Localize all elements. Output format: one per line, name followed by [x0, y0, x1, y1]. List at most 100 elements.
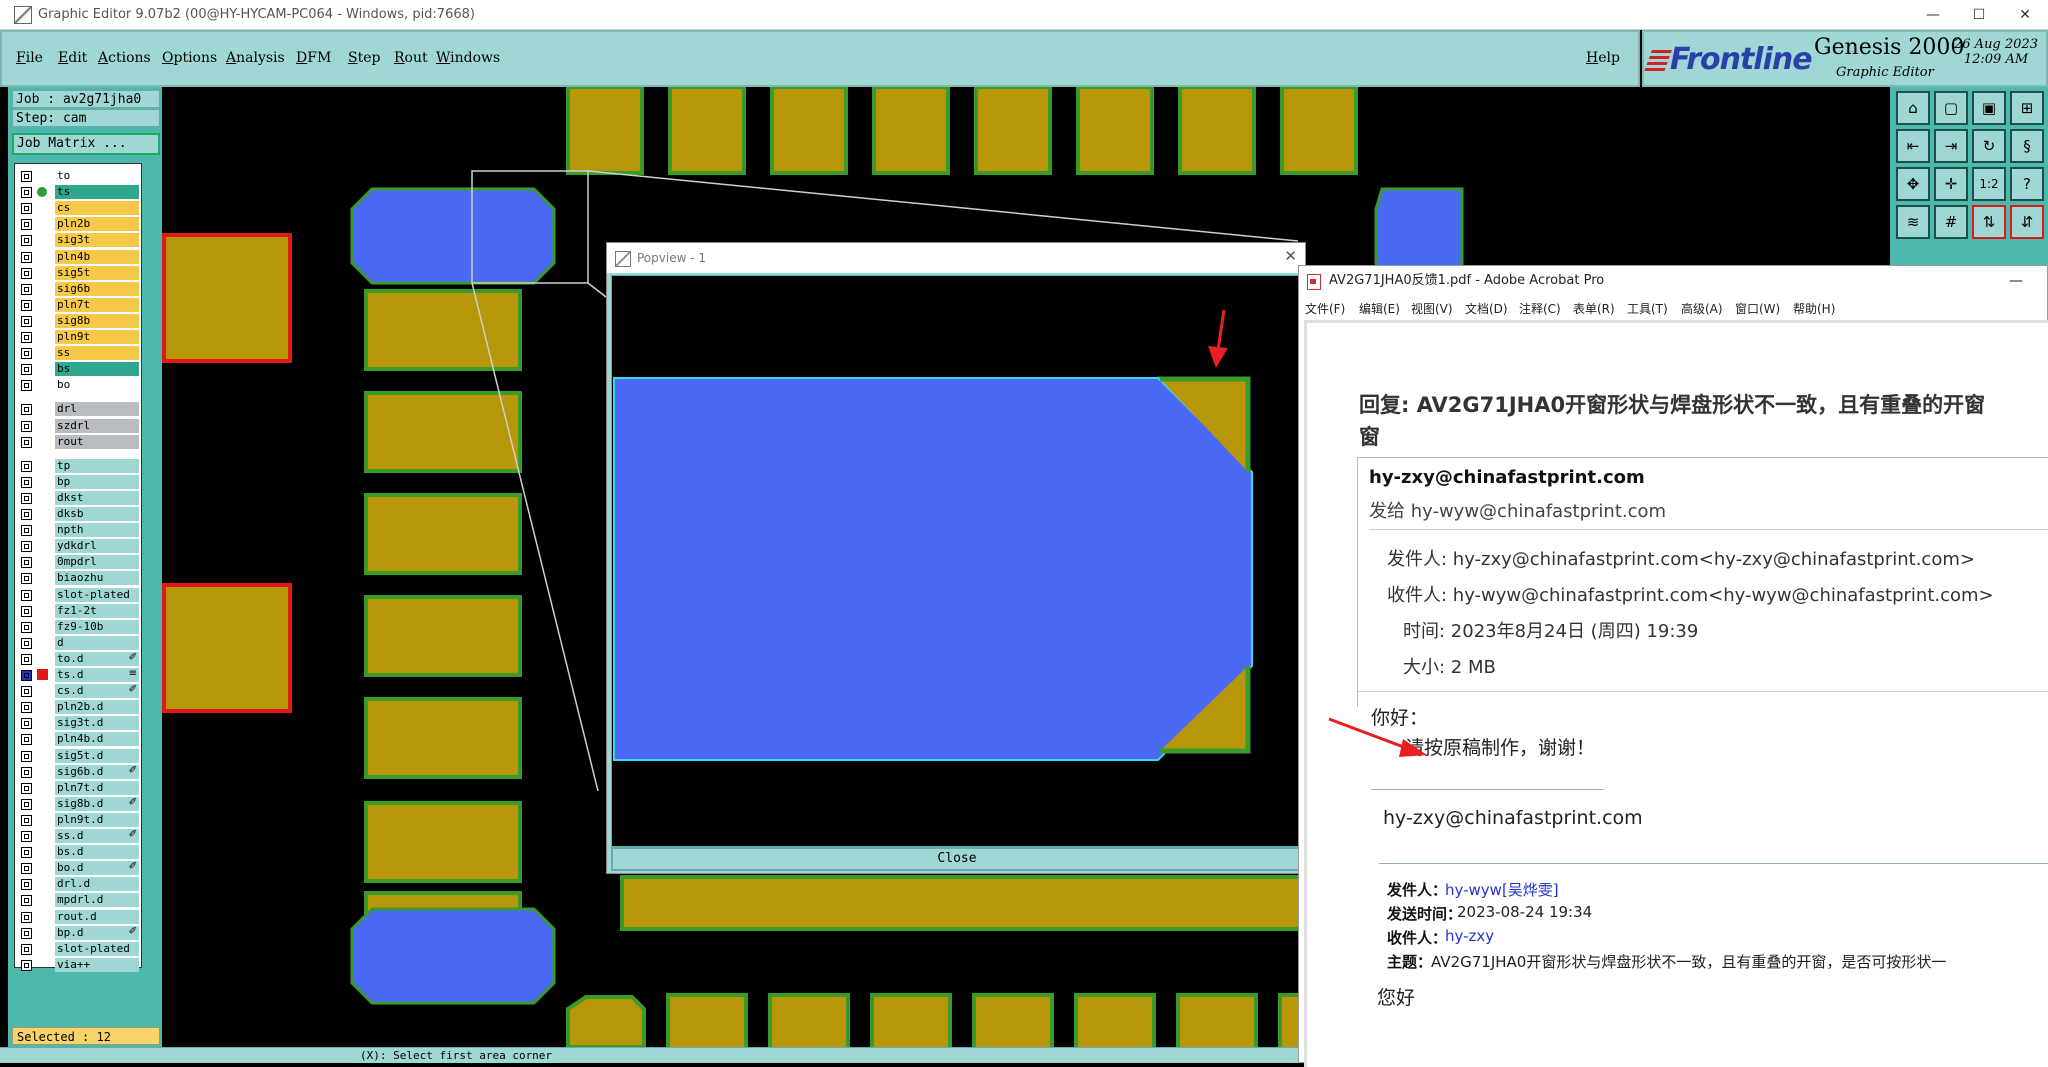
layer-checkbox[interactable]	[21, 436, 32, 448]
layer-row-ts[interactable]: ts	[15, 184, 141, 200]
layer-checkbox[interactable]	[21, 171, 32, 182]
layer-checkbox[interactable]	[21, 653, 32, 665]
menu-actions[interactable]: Actions	[98, 50, 151, 66]
layer-checkbox[interactable]	[21, 814, 32, 826]
layer-checkbox[interactable]	[21, 380, 32, 392]
layer-checkbox[interactable]	[21, 492, 32, 504]
menu-analysis[interactable]: Analysis	[226, 50, 285, 66]
layer-checkbox[interactable]	[21, 798, 32, 810]
layer-row-sig5t-d[interactable]: sig5t.d	[15, 748, 141, 764]
layer-checkbox[interactable]	[21, 637, 32, 649]
layer-row-ts-d[interactable]: ts.d ≡	[15, 667, 141, 683]
menu-step[interactable]: Step	[348, 50, 380, 66]
layer-checkbox[interactable]	[21, 605, 32, 617]
tool-measure-icon[interactable]: §	[2010, 129, 2044, 163]
layer-checkbox[interactable]	[21, 621, 32, 633]
layer-row-drl[interactable]: drl	[15, 401, 141, 417]
popview-close-button[interactable]: Close	[611, 847, 1303, 871]
layer-row-cs-d[interactable]: cs.d ✐	[15, 683, 141, 699]
layer-checkbox[interactable]	[21, 911, 32, 923]
layer-row-pln4b[interactable]: pln4b	[15, 249, 141, 265]
layer-row-szdrl[interactable]: szdrl	[15, 418, 141, 434]
layer-checkbox[interactable]	[21, 251, 32, 263]
layer-checkbox[interactable]	[21, 863, 32, 875]
quoted-to-value[interactable]: hy-zxy	[1445, 927, 1494, 945]
layer-checkbox[interactable]	[21, 959, 32, 971]
layer-row-pln7t[interactable]: pln7t	[15, 297, 141, 313]
layer-row-bp-d[interactable]: bp.d ✐	[15, 925, 141, 941]
layer-checkbox[interactable]	[21, 267, 32, 279]
tool-redraw-icon[interactable]: ↻	[1972, 129, 2006, 163]
layer-checkbox[interactable]	[21, 943, 32, 955]
layer-checkbox[interactable]	[21, 879, 32, 891]
layer-row-mpdrl-d[interactable]: mpdrl.d	[15, 892, 141, 908]
layer-checkbox[interactable]	[21, 332, 32, 343]
layer-row-bs-d[interactable]: bs.d	[15, 844, 141, 860]
layer-row-to-d[interactable]: to.d ✐	[15, 651, 141, 667]
layer-checkbox[interactable]	[21, 348, 32, 360]
layer-row-fz1-2t[interactable]: fz1-2t	[15, 603, 141, 619]
layer-row-rout-d[interactable]: rout.d	[15, 909, 141, 925]
layer-checkbox[interactable]	[21, 203, 32, 215]
layer-checkbox[interactable]	[21, 589, 32, 601]
menu-options[interactable]: Options	[162, 50, 217, 66]
menu-edit[interactable]: Edit	[58, 50, 87, 66]
layer-checkbox[interactable]	[21, 420, 32, 432]
layer-row-0mpdrl[interactable]: 0mpdrl	[15, 554, 141, 570]
layer-checkbox[interactable]	[21, 557, 32, 569]
layer-checkbox[interactable]	[21, 895, 32, 907]
layer-checkbox[interactable]	[21, 187, 32, 199]
layer-row-bp[interactable]: bp	[15, 474, 141, 490]
minimize-button[interactable]: —	[1910, 0, 1956, 30]
layer-row-via-[interactable]: via++	[15, 957, 141, 973]
acrobat-menu-edit[interactable]: 编辑(E)	[1359, 300, 1400, 317]
layer-checkbox[interactable]	[21, 734, 32, 746]
pdf-document-view[interactable]: 回复: AV2G71JHA0开窗形状与焊盘形状不一致，且有重叠的开窗 窗 hy-…	[1304, 320, 2048, 1067]
layer-row-dkst[interactable]: dkst	[15, 490, 141, 506]
layer-row-sig3t[interactable]: sig3t	[15, 232, 141, 248]
layer-checkbox[interactable]	[21, 750, 32, 762]
layer-checkbox[interactable]	[21, 847, 32, 859]
acrobat-menu-document[interactable]: 文档(D)	[1465, 300, 1508, 317]
layer-row-to[interactable]: to	[15, 168, 141, 184]
layer-row-d[interactable]: d	[15, 635, 141, 651]
layer-row-dksb[interactable]: dksb	[15, 506, 141, 522]
layer-row-pln9t[interactable]: pln9t	[15, 329, 141, 345]
layer-checkbox[interactable]	[21, 299, 32, 311]
tool-pan-right-icon[interactable]: ⇥	[1934, 129, 1968, 163]
layer-row-pln7t-d[interactable]: pln7t.d	[15, 780, 141, 796]
acrobat-menu-advanced[interactable]: 高级(A)	[1681, 300, 1723, 317]
acrobat-menu-file[interactable]: 文件(F)	[1305, 300, 1345, 317]
acrobat-menu-comments[interactable]: 注释(C)	[1519, 300, 1561, 317]
layer-row-rout[interactable]: rout	[15, 434, 141, 450]
tool-center-icon[interactable]: ✛	[1934, 167, 1968, 201]
layer-checkbox[interactable]	[21, 235, 32, 247]
layer-row-slot-plated[interactable]: slot-plated	[15, 587, 141, 603]
layer-checkbox[interactable]	[21, 573, 32, 585]
menu-help[interactable]: Help	[1586, 50, 1620, 66]
tool-snap-icon[interactable]: ≋	[1896, 205, 1930, 239]
layer-row-sig8b-d[interactable]: sig8b.d ✐	[15, 796, 141, 812]
layer-checkbox[interactable]	[21, 364, 32, 376]
layer-row-tp[interactable]: tp	[15, 458, 141, 474]
popview-canvas[interactable]	[611, 275, 1305, 847]
layer-checkbox[interactable]	[21, 927, 32, 939]
acrobat-menu-view[interactable]: 视图(V)	[1411, 300, 1453, 317]
acrobat-menu-window[interactable]: 窗口(W)	[1735, 300, 1780, 317]
tool-window-icon[interactable]: ⊞	[2010, 91, 2044, 125]
layer-checkbox[interactable]	[21, 509, 32, 520]
layer-row-ss[interactable]: ss	[15, 345, 141, 361]
acrobat-menu-forms[interactable]: 表单(R)	[1573, 300, 1615, 317]
quoted-from-value[interactable]: hy-wyw[吴烨雯]	[1445, 879, 1559, 900]
maximize-button[interactable]: ☐	[1956, 0, 2002, 30]
layer-checkbox[interactable]	[21, 541, 32, 553]
menu-dfm[interactable]: DFM	[296, 50, 331, 66]
layer-row-sig6b[interactable]: sig6b	[15, 281, 141, 297]
layer-row-ss-d[interactable]: ss.d ✐	[15, 828, 141, 844]
layer-row-fz9-10b[interactable]: fz9-10b	[15, 619, 141, 635]
layer-row-drl-d[interactable]: drl.d	[15, 876, 141, 892]
layer-row-ydkdrl[interactable]: ydkdrl	[15, 538, 141, 554]
layer-checkbox[interactable]	[21, 219, 32, 231]
tool-help-icon[interactable]: ?	[2010, 167, 2044, 201]
layer-checkbox[interactable]	[21, 782, 32, 794]
